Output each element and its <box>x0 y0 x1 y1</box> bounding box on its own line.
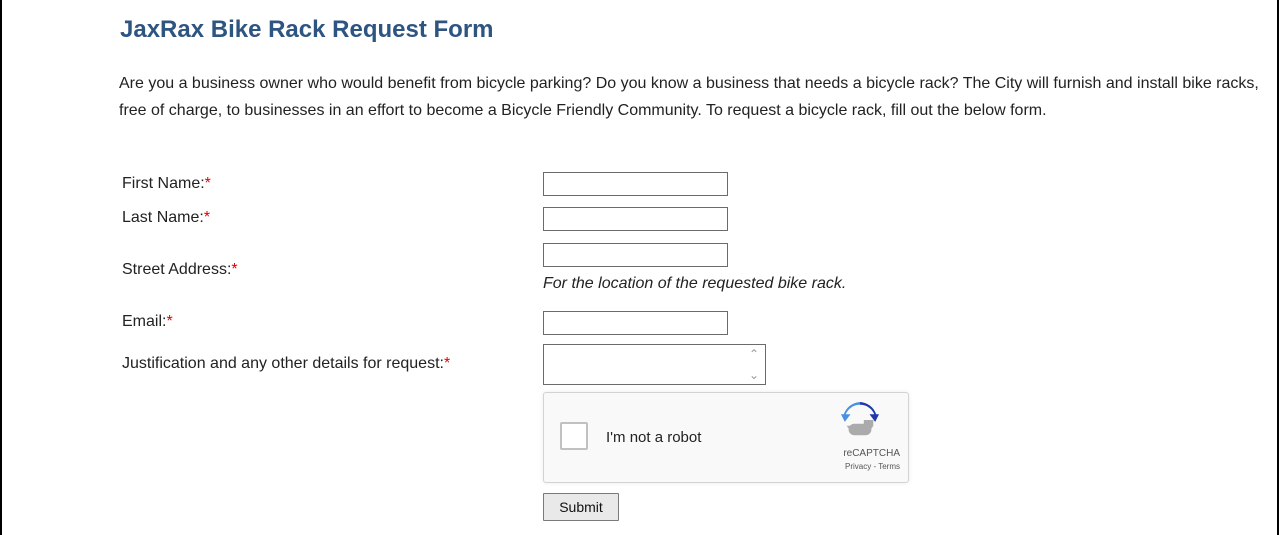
recaptcha-brand: reCAPTCHA <box>843 448 900 459</box>
page-title: JaxRax Bike Rack Request Form <box>120 16 494 43</box>
street-address-label-text: Street Address: <box>122 261 232 278</box>
last-name-input[interactable] <box>543 207 728 231</box>
required-marker: * <box>204 175 211 192</box>
first-name-label-text: First Name: <box>122 175 205 192</box>
street-address-input[interactable] <box>543 243 728 267</box>
recaptcha-widget: I'm not a robot reCAPTCHA Privacy - Term… <box>543 392 909 483</box>
recaptcha-checkbox[interactable] <box>560 422 588 450</box>
recaptcha-privacy-terms-link[interactable]: Privacy - Terms <box>544 462 900 471</box>
email-input[interactable] <box>543 311 728 335</box>
scroll-up-icon[interactable]: ⌃ <box>746 346 762 362</box>
justification-label-text: Justification and any other details for … <box>122 355 444 372</box>
last-name-label-text: Last Name: <box>122 209 204 226</box>
last-name-label: Last Name:* <box>122 209 210 227</box>
recaptcha-logo-icon <box>841 401 879 436</box>
form-intro: Are you a business owner who would benef… <box>119 75 1259 119</box>
first-name-label: First Name:* <box>122 175 211 193</box>
street-address-label: Street Address:* <box>122 261 238 279</box>
required-marker: * <box>203 209 211 226</box>
street-address-hint: For the location of the requested bike r… <box>543 275 847 292</box>
justification-textarea[interactable]: ⌃ ⌄ <box>543 344 766 385</box>
justification-label: Justification and any other details for … <box>122 355 450 373</box>
email-label: Email:* <box>122 313 173 331</box>
page-frame: JaxRax Bike Rack Request Form Are you a … <box>0 0 1279 535</box>
required-marker: * <box>443 355 451 372</box>
recaptcha-label: I'm not a robot <box>606 429 702 446</box>
first-name-input[interactable] <box>543 172 728 196</box>
email-label-text: Email: <box>122 313 167 330</box>
submit-button[interactable]: Submit <box>543 493 619 521</box>
scroll-down-icon[interactable]: ⌄ <box>746 367 762 383</box>
required-marker: * <box>231 261 238 278</box>
required-marker: * <box>166 313 173 330</box>
